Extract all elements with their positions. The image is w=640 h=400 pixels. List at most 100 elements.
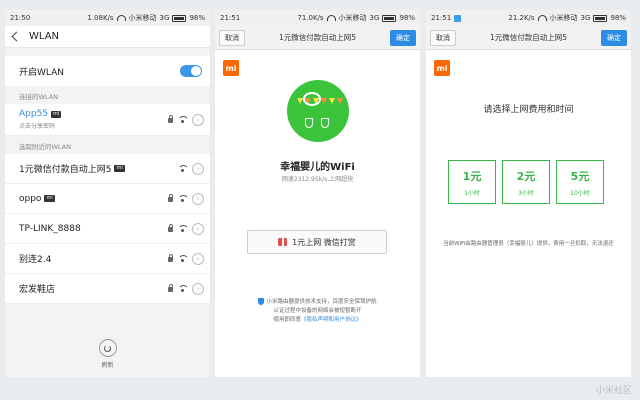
detail-chevron-icon[interactable]: ›: [192, 282, 204, 295]
plan-option[interactable]: 1元 1小时: [448, 160, 496, 204]
xiaomi-logo-icon: mi: [223, 60, 239, 76]
detail-chevron-icon[interactable]: ›: [192, 162, 204, 175]
detail-chevron-icon[interactable]: ›: [192, 252, 204, 265]
plan-duration: 1小时: [464, 189, 480, 197]
status-time: 21:51: [431, 14, 452, 22]
status-speed: 71.0K/s: [297, 14, 324, 22]
portal-footer: 小米路由器提供技术支持，百度安全保驾护航 认证过程中设备的网络会被短暂断开 使用…: [235, 298, 400, 325]
network-ssid: 别连2.4: [19, 255, 52, 265]
footer-line-3: 使用即同意: [273, 317, 301, 323]
plan-duration: 3小时: [518, 189, 534, 197]
status-time: 21:51: [220, 14, 241, 22]
wlan-settings-screen: 21:50 1.08K/s 小米移动 3G 98% WLAN 开启WLAN 连接…: [5, 10, 210, 377]
plan-price: 5元: [570, 169, 590, 183]
status-carrier: 小米移动: [338, 14, 367, 22]
network-ssid: TP-LINK_8888: [19, 223, 81, 234]
detail-chevron-icon[interactable]: ›: [192, 113, 204, 126]
detail-chevron-icon[interactable]: ›: [192, 222, 204, 235]
back-arrow-icon[interactable]: [11, 31, 22, 42]
lock-icon: [168, 284, 173, 292]
confirm-button[interactable]: 确定: [389, 29, 416, 46]
network-ssid: oppo: [19, 193, 42, 204]
battery-icon: [593, 14, 608, 22]
share-password-hint: 点击分享密码: [19, 123, 56, 130]
portal-toolbar: 取消 1元微信付款自动上网5 确定: [426, 26, 631, 50]
wifi-signal-icon: [178, 165, 187, 172]
wechat-pay-button[interactable]: 1元上网 微信打赏: [247, 230, 387, 254]
lock-icon: [168, 115, 173, 123]
status-battery: 98%: [399, 14, 415, 22]
status-battery: 98%: [610, 14, 626, 22]
status-network: 3G: [580, 14, 591, 22]
battery-icon: [172, 14, 187, 22]
wlan-toggle-row[interactable]: 开启WLAN: [5, 56, 210, 86]
network-ssid: 1元微信付款自动上网5: [19, 165, 112, 175]
portal-toolbar: 取消 1元微信付款自动上网5 确定: [215, 26, 420, 50]
shop-wifi-name: 幸福婴儿的WiFi: [280, 162, 355, 173]
connected-network-row[interactable]: App55 mi 点击分享密码 ›: [5, 104, 210, 136]
wlan-toggle-label: 开启WLAN: [19, 67, 65, 78]
privacy-link[interactable]: 《隐私声明和用户协议》: [301, 317, 362, 323]
wifi-signal-icon: [178, 255, 187, 262]
network-row[interactable]: oppo mi ›: [5, 184, 210, 214]
plan-option[interactable]: 2元 3小时: [502, 160, 550, 204]
status-bar: 21:51 71.0K/s 小米移动 3G 98%: [215, 10, 420, 26]
lock-icon: [168, 254, 173, 262]
footer-line-2: 认证过程中设备的网络会被短暂断开: [273, 308, 362, 314]
notification-icon: [454, 14, 462, 22]
network-name: 宏发鞋店: [19, 282, 55, 295]
plan-options: 1元 1小时 2元 3小时 5元 10小时: [448, 160, 604, 204]
network-name: oppo mi: [19, 194, 55, 204]
refresh-icon[interactable]: [98, 339, 117, 357]
connected-section-title: 连接的WLAN: [19, 93, 59, 101]
wifi-status-icon: [537, 15, 547, 21]
wifi-portal-screen: 21:51 71.0K/s 小米移动 3G 98% 取消 1元微信付款自动上网5…: [215, 10, 420, 377]
portal-title: 1元微信付款自动上网5: [489, 33, 568, 42]
wifi-signal-icon: [178, 285, 187, 292]
mi-badge: mi: [44, 195, 55, 202]
wlan-toggle-switch[interactable]: [180, 65, 202, 77]
wifi-status-icon: [326, 15, 336, 21]
network-row[interactable]: 1元微信付款自动上网5 mi ›: [5, 154, 210, 184]
shop-wifi-speed: 网速2312.95k/s,上网超快: [281, 176, 354, 183]
network-row[interactable]: 别连2.4 ›: [5, 244, 210, 274]
mi-badge: mi: [114, 165, 125, 172]
refresh-control[interactable]: 刷新: [5, 339, 210, 369]
status-bar: 21:50 1.08K/s 小米移动 3G 98%: [5, 10, 210, 26]
portal-content: mi 幸福婴儿的WiFi 网速2312.95k/s,上网超快 1元上网 微信打赏…: [215, 50, 420, 377]
wifi-signal-icon: [178, 116, 187, 123]
cancel-button[interactable]: 取消: [219, 29, 245, 46]
detail-chevron-icon[interactable]: ›: [192, 192, 204, 205]
nearby-network-list: 1元微信付款自动上网5 mi › oppo mi › TP-LINK_8888 › 别连2.4 ›…: [5, 154, 210, 304]
shield-icon: [258, 298, 265, 305]
cancel-button[interactable]: 取消: [430, 29, 456, 46]
network-name: TP-LINK_8888: [19, 224, 81, 234]
lock-icon: [168, 194, 173, 202]
plan-option[interactable]: 5元 10小时: [556, 160, 604, 204]
status-speed: 1.08K/s: [87, 14, 114, 22]
plan-duration: 10小时: [570, 189, 590, 197]
plan-select-screen: 21:51 21.2K/s 小米移动 3G 98% 取消 1元微信付款自动上网5…: [426, 10, 631, 377]
page-title: WLAN: [29, 31, 60, 42]
network-row[interactable]: 宏发鞋店 ›: [5, 274, 210, 304]
lock-icon: [168, 224, 173, 232]
status-carrier: 小米移动: [128, 14, 157, 22]
status-battery: 98%: [189, 14, 205, 22]
xiaomi-logo-icon: mi: [434, 60, 450, 76]
gift-icon: [278, 238, 288, 246]
choose-plan-title: 请选择上网费用和时间: [483, 105, 574, 115]
wifi-status-icon: [116, 15, 126, 21]
status-carrier: 小米移动: [549, 14, 578, 22]
network-row[interactable]: TP-LINK_8888 ›: [5, 214, 210, 244]
nearby-section-title: 选取附近的WLAN: [19, 143, 72, 151]
network-name: 别连2.4: [19, 252, 51, 265]
network-name: 1元微信付款自动上网5 mi: [19, 162, 125, 175]
portal-title: 1元微信付款自动上网5: [278, 33, 357, 42]
footer-line-1: 小米路由器提供技术支持，百度安全保驾护航: [266, 299, 377, 305]
watermark: 小米社区: [595, 386, 632, 396]
connected-network-ssid: App55: [19, 109, 49, 119]
plan-disclaimer: 当前WiFi由路由器管理员（幸福婴儿）提供，费用一旦扣取，无法退还: [443, 241, 614, 247]
battery-icon: [382, 14, 397, 22]
status-network: 3G: [159, 14, 170, 22]
confirm-button[interactable]: 确定: [600, 29, 627, 46]
